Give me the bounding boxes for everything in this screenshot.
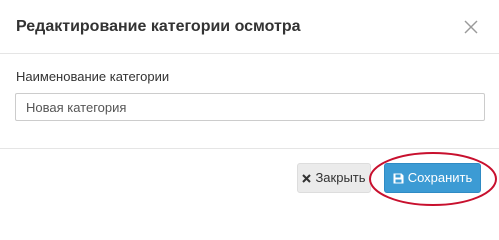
modal-header: Редактирование категории осмотра [0, 0, 499, 54]
save-button[interactable]: Сохранить [384, 163, 481, 193]
close-button-label: Закрыть [315, 170, 366, 185]
close-icon[interactable] [462, 18, 480, 36]
save-button-label: Сохранить [407, 170, 473, 185]
edit-category-modal: Редактирование категории осмотра Наимено… [0, 0, 499, 211]
floppy-disk-icon [393, 173, 404, 184]
close-button[interactable]: Закрыть [297, 163, 371, 193]
category-name-input[interactable] [15, 93, 485, 121]
modal-title: Редактирование категории осмотра [16, 18, 301, 35]
category-name-label: Наименование категории [16, 69, 170, 84]
close-icon [302, 173, 312, 183]
